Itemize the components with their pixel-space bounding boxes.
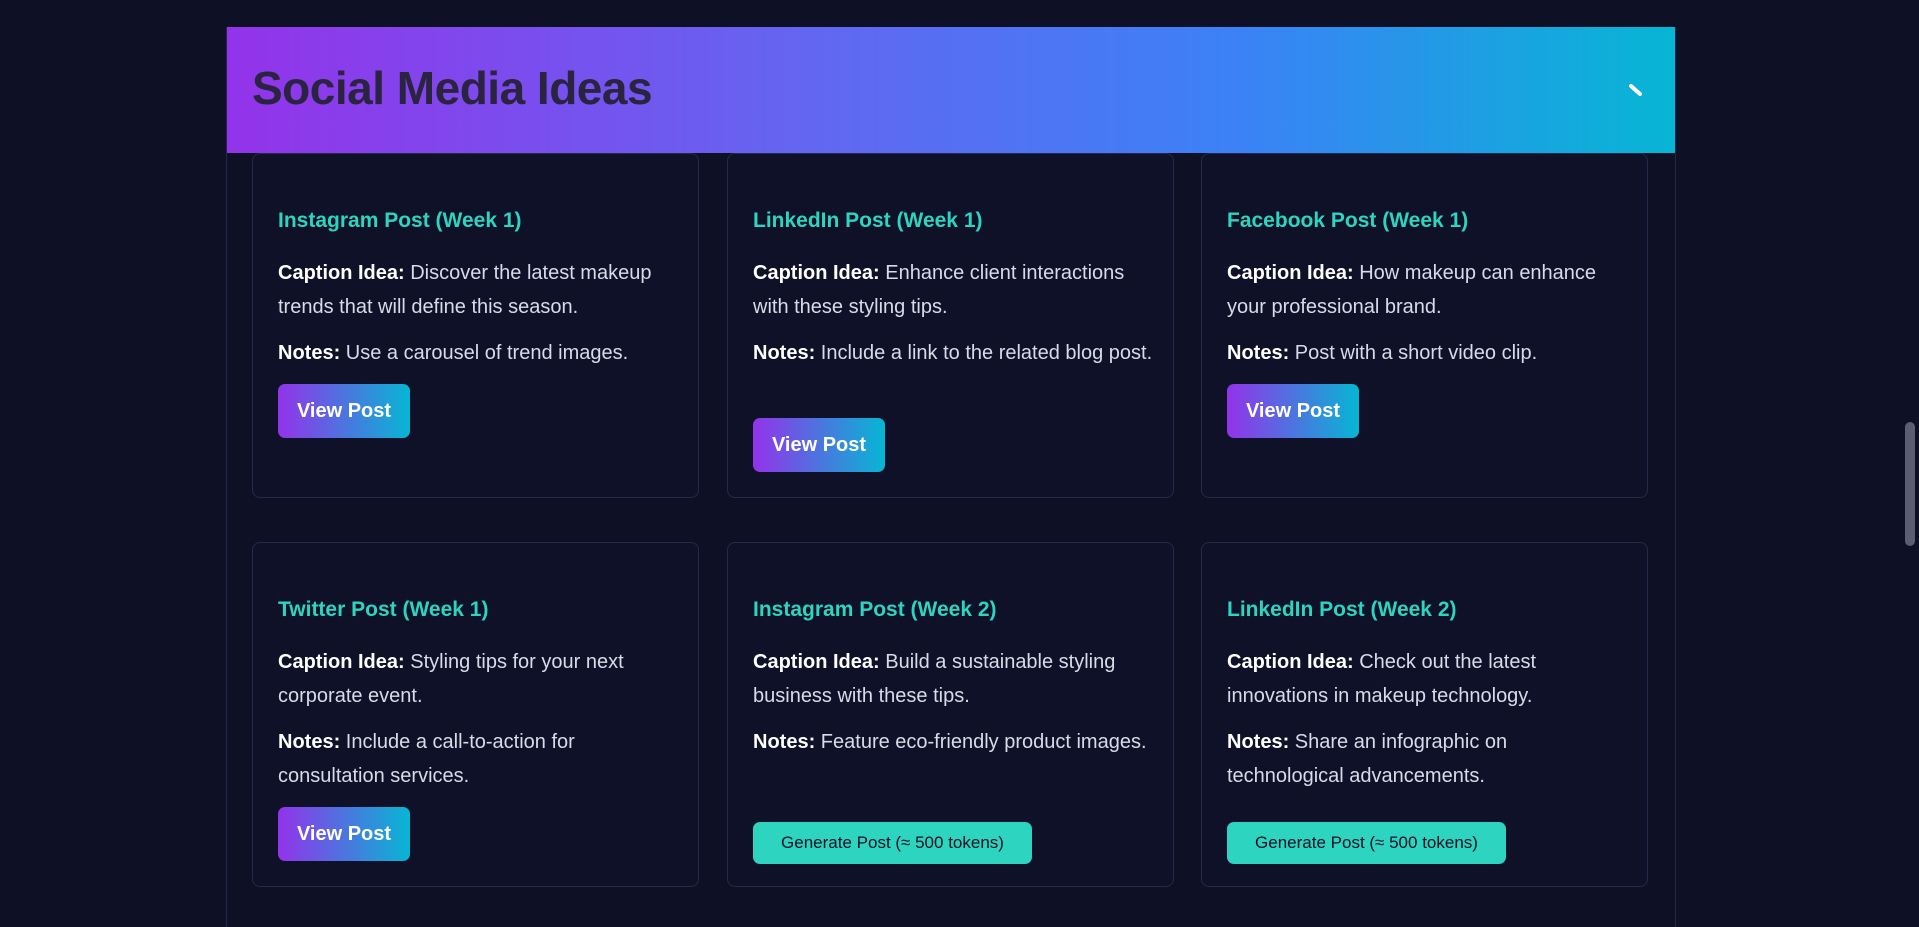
post-title: LinkedIn Post (Week 1) (753, 209, 983, 232)
notes-value: Include a link to the related blog post. (820, 342, 1153, 364)
notes-value: Post with a short video clip. (1294, 342, 1538, 364)
view-post-button[interactable]: View Post (753, 418, 885, 472)
post-card: Facebook Post (Week 1) Caption Idea: How… (1201, 153, 1648, 498)
notes-label: Notes: (1227, 342, 1290, 364)
post-card: Instagram Post (Week 2) Caption Idea: Bu… (727, 542, 1174, 887)
post-title: Instagram Post (Week 2) (753, 598, 997, 621)
caption-label: Caption Idea: (753, 262, 880, 284)
caption-text: Caption Idea: How makeup can enhance you… (1227, 256, 1627, 324)
view-post-button[interactable]: View Post (1227, 384, 1359, 438)
post-title: Instagram Post (Week 1) (278, 209, 522, 232)
caption-label: Caption Idea: (1227, 651, 1354, 673)
notes-label: Notes: (753, 731, 816, 753)
generate-post-button[interactable]: Generate Post (≈ 500 tokens) (1227, 822, 1506, 864)
caption-text: Caption Idea: Discover the latest makeup… (278, 256, 678, 324)
collapse-icon[interactable] (1627, 81, 1645, 99)
post-title: LinkedIn Post (Week 2) (1227, 598, 1457, 621)
generate-post-button[interactable]: Generate Post (≈ 500 tokens) (753, 822, 1032, 864)
notes-text: Notes: Share an infographic on technolog… (1227, 725, 1627, 793)
scrollbar-thumb[interactable] (1905, 422, 1915, 546)
section-title: Social Media Ideas (252, 62, 653, 114)
post-card: Twitter Post (Week 1) Caption Idea: Styl… (252, 542, 699, 887)
view-post-button[interactable]: View Post (278, 807, 410, 861)
notes-label: Notes: (278, 731, 341, 753)
notes-text: Notes: Post with a short video clip. (1227, 336, 1627, 370)
caption-label: Caption Idea: (278, 651, 405, 673)
caption-label: Caption Idea: (1227, 262, 1354, 284)
notes-label: Notes: (278, 342, 341, 364)
caption-text: Caption Idea: Build a sustainable stylin… (753, 645, 1153, 713)
notes-label: Notes: (1227, 731, 1290, 753)
post-card: Instagram Post (Week 1) Caption Idea: Di… (252, 153, 699, 498)
caption-text: Caption Idea: Check out the latest innov… (1227, 645, 1627, 713)
notes-value: Use a carousel of trend images. (345, 342, 629, 364)
post-title: Twitter Post (Week 1) (278, 598, 489, 621)
social-media-ideas-panel: Social Media Ideas Instagram Post (Week … (226, 27, 1676, 927)
post-card: LinkedIn Post (Week 2) Caption Idea: Che… (1201, 542, 1648, 887)
caption-label: Caption Idea: (753, 651, 880, 673)
notes-text: Notes: Include a link to the related blo… (753, 336, 1153, 370)
notes-text: Notes: Feature eco-friendly product imag… (753, 725, 1153, 759)
caption-label: Caption Idea: (278, 262, 405, 284)
view-post-button[interactable]: View Post (278, 384, 410, 438)
notes-text: Notes: Include a call-to-action for cons… (278, 725, 678, 793)
post-card: LinkedIn Post (Week 1) Caption Idea: Enh… (727, 153, 1174, 498)
notes-text: Notes: Use a carousel of trend images. (278, 336, 678, 370)
caption-text: Caption Idea: Enhance client interaction… (753, 256, 1153, 324)
section-header: Social Media Ideas (227, 27, 1675, 153)
notes-value: Feature eco-friendly product images. (820, 731, 1147, 753)
post-title: Facebook Post (Week 1) (1227, 209, 1469, 232)
notes-label: Notes: (753, 342, 816, 364)
caption-text: Caption Idea: Styling tips for your next… (278, 645, 678, 713)
vertical-scrollbar[interactable] (1902, 0, 1919, 865)
